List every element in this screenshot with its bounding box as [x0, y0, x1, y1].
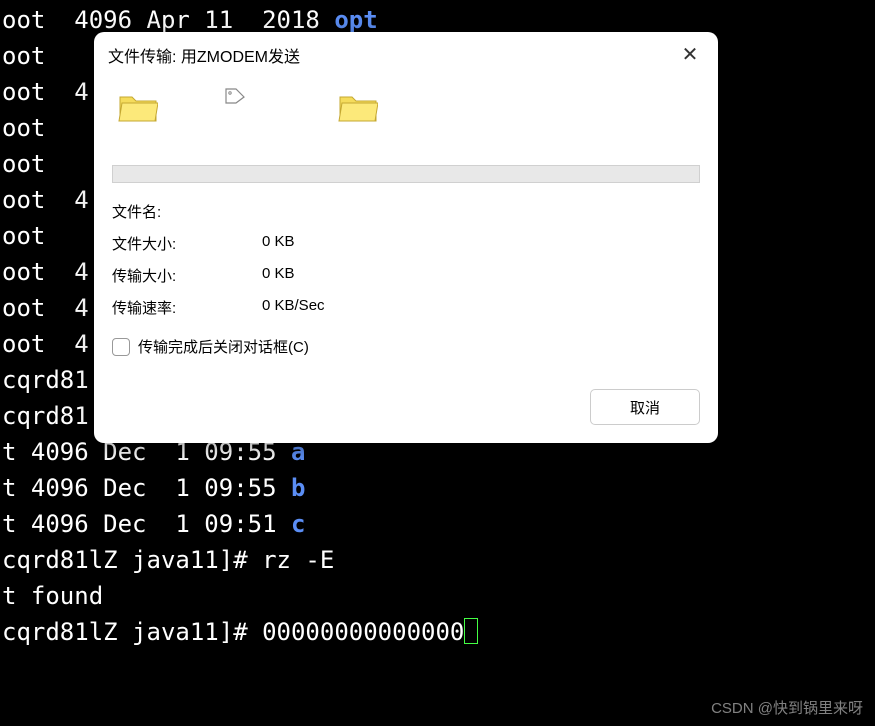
source-folder-icon[interactable] — [118, 91, 158, 123]
dialog-title-text: 文件传输: 用ZMODEM发送 — [108, 43, 300, 67]
cancel-button[interactable]: 取消 — [590, 389, 700, 425]
transfer-info: 文件名: 文件大小: 0 KB 传输大小: 0 KB 传输速率: 0 KB/Se… — [112, 201, 700, 318]
transfer-rate-label: 传输速率: — [112, 297, 262, 318]
terminal-line: cqrd81lZ java11]# rz -E — [0, 542, 875, 578]
dialog-body: 文件名: 文件大小: 0 KB 传输大小: 0 KB 传输速率: 0 KB/Se… — [94, 73, 718, 443]
filesize-value: 0 KB — [262, 233, 295, 254]
transfer-size-value: 0 KB — [262, 265, 295, 286]
file-transfer-dialog: 文件传输: 用ZMODEM发送 ✕ — [94, 32, 718, 443]
checkbox-label: 传输完成后关闭对话框(C) — [138, 336, 309, 357]
folder-icons-row — [112, 85, 700, 165]
close-on-complete-option[interactable]: 传输完成后关闭对话框(C) — [112, 336, 700, 357]
close-icon[interactable]: ✕ — [678, 42, 702, 67]
terminal-line: t 4096 Dec 1 09:51 c — [0, 506, 875, 542]
terminal-cursor — [464, 618, 478, 644]
watermark: CSDN @快到锅里来呀 — [711, 697, 863, 718]
dialog-header: 文件传输: 用ZMODEM发送 ✕ — [94, 32, 718, 73]
tag-icon — [224, 87, 246, 110]
checkbox-icon[interactable] — [112, 338, 130, 356]
progress-bar — [112, 165, 700, 183]
filesize-label: 文件大小: — [112, 233, 262, 254]
filename-label: 文件名: — [112, 201, 262, 222]
transfer-size-label: 传输大小: — [112, 265, 262, 286]
terminal-line: cqrd81lZ java11]# 00000000000000 — [0, 614, 875, 650]
dialog-buttons: 取消 — [112, 389, 700, 425]
terminal-line: t 4096 Dec 1 09:55 b — [0, 470, 875, 506]
transfer-rate-value: 0 KB/Sec — [262, 297, 325, 318]
terminal-line: t found — [0, 578, 875, 614]
destination-folder-icon[interactable] — [338, 91, 378, 123]
